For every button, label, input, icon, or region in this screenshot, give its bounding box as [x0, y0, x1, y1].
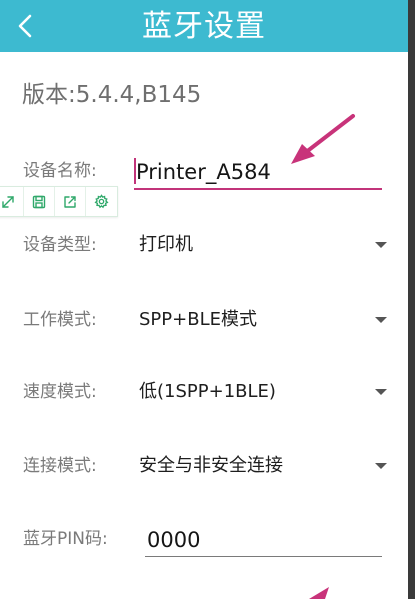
settings-icon [94, 194, 109, 209]
expand-button[interactable] [0, 187, 24, 216]
save-button[interactable] [24, 187, 55, 216]
dropdown-arrow-icon [375, 463, 387, 469]
connect-mode-dropdown[interactable]: 安全与非安全连接 [130, 443, 392, 487]
save-icon [32, 195, 46, 208]
screen-edge [408, 0, 415, 599]
device-name-input[interactable]: Printer_A584 [134, 152, 382, 190]
share-button[interactable] [55, 187, 86, 216]
title-bar: 蓝牙设置 [0, 0, 408, 52]
bt-pin-input[interactable]: 0000 [145, 522, 382, 557]
share-icon [64, 195, 76, 208]
speed-mode-label: 速度模式: [23, 382, 97, 402]
bluetooth-settings-screen: 蓝牙设置 版本:5.4.4,B145 设备名称: Printer_A584 设备… [0, 0, 408, 599]
connect-mode-label: 连接模式: [23, 456, 97, 476]
settings-button[interactable] [86, 187, 117, 216]
dropdown-arrow-icon [375, 242, 387, 248]
device-type-label: 设备类型: [23, 235, 97, 255]
dropdown-arrow-icon [375, 317, 387, 323]
page-title: 蓝牙设置 [142, 9, 266, 44]
device-name-value: Printer_A584 [136, 160, 271, 184]
expand-icon [2, 195, 14, 208]
speed-mode-dropdown[interactable]: 低(1SPP+1BLE) [130, 369, 392, 413]
work-mode-dropdown[interactable]: SPP+BLE模式 [130, 297, 392, 341]
device-name-label: 设备名称: [23, 161, 97, 181]
speed-mode-value: 低(1SPP+1BLE) [139, 381, 276, 402]
work-mode-label: 工作模式: [23, 310, 97, 330]
dropdown-arrow-icon [375, 389, 387, 395]
annotation-arrow-icon [309, 587, 329, 599]
bt-pin-label: 蓝牙PIN码: [23, 529, 108, 549]
floating-toolbar [0, 186, 118, 217]
work-mode-value: SPP+BLE模式 [139, 309, 257, 330]
connect-mode-value: 安全与非安全连接 [139, 455, 283, 476]
bt-pin-value: 0000 [147, 528, 201, 552]
device-type-dropdown[interactable]: 打印机 [130, 222, 392, 266]
device-type-value: 打印机 [139, 234, 193, 255]
version-label: 版本:5.4.4,B145 [22, 82, 202, 108]
